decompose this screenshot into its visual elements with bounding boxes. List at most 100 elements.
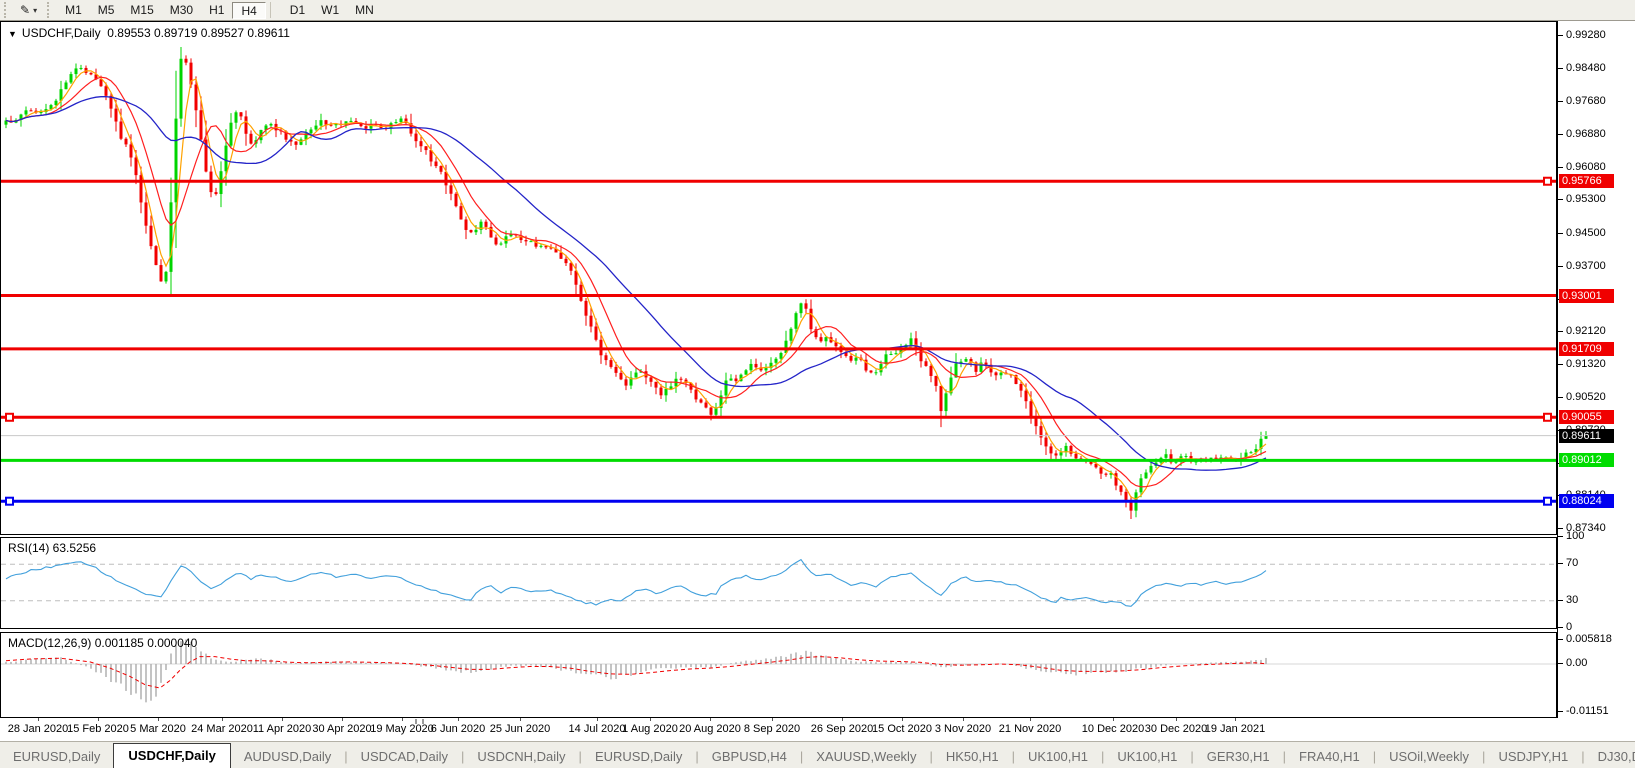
price-tick-label: 0.94500 — [1566, 227, 1606, 239]
level-price-label: 0.88024 — [1559, 494, 1614, 508]
date-tick-mark — [158, 718, 159, 721]
date-tick-mark — [342, 718, 343, 721]
date-tick-mark — [1176, 718, 1177, 721]
timeframe-button-m30[interactable]: M30 — [162, 2, 201, 19]
collapse-arrow-icon[interactable]: ▼ — [8, 29, 17, 39]
date-tick-mark — [520, 718, 521, 721]
price-tick-label: 0.91320 — [1566, 358, 1606, 370]
timeframe-button-w1[interactable]: W1 — [313, 2, 347, 19]
date-tick-mark — [1113, 718, 1114, 721]
date-tick-label: 10 Dec 2020 — [1082, 723, 1144, 735]
rsi-label: RSI(14) 63.5256 — [8, 541, 96, 555]
tab-gbpusd-h4[interactable]: GBPUSD,H4 — [699, 746, 800, 768]
tab-hk50-h1[interactable]: HK50,H1 — [933, 746, 1012, 768]
tab-uk100-h1[interactable]: UK100,H1 — [1015, 746, 1101, 768]
price-tick-label: 0.92120 — [1566, 325, 1606, 337]
timeframe-button-h4[interactable]: H4 — [232, 2, 265, 19]
date-tick-mark — [902, 718, 903, 721]
date-tick-mark — [842, 718, 843, 721]
date-tick-mark — [1235, 718, 1236, 721]
timeframe-button-h1[interactable]: H1 — [201, 2, 232, 19]
price-tick-label: 0.98480 — [1566, 62, 1606, 74]
date-tick-label: 28 Jan 2020 — [8, 723, 69, 735]
price-tick-label: 0.93700 — [1566, 260, 1606, 272]
tab-usdcad-daily[interactable]: USDCAD,Daily — [348, 746, 461, 768]
date-tick-mark — [222, 718, 223, 721]
date-tick-label: 24 Mar 2020 — [191, 723, 253, 735]
price-tick-label: 0.99280 — [1566, 29, 1606, 41]
tab-usoil-weekly[interactable]: USOil,Weekly — [1376, 746, 1482, 768]
tab-xauusd-weekly[interactable]: XAUUSD,Weekly — [803, 746, 929, 768]
price-tick-label: 0.96880 — [1566, 128, 1606, 140]
date-axis[interactable]: 28 Jan 202015 Feb 20205 Mar 2020 24 Mar 2… — [0, 718, 1557, 741]
tab-eurusd-daily[interactable]: EURUSD,Daily — [0, 746, 113, 768]
macd-indicator-canvas[interactable] — [0, 632, 1557, 718]
current-price-label: 0.89611 — [1559, 429, 1614, 443]
tab-fra40-h1[interactable]: FRA40,H1 — [1286, 746, 1373, 768]
date-tick-label: 19 Jan 2021 — [1205, 723, 1266, 735]
level-price-label: 0.95766 — [1559, 174, 1614, 188]
date-tick-label: 19 May 2020 — [370, 723, 434, 735]
date-tick-mark — [458, 718, 459, 721]
price-tick-label: 0.90520 — [1566, 391, 1606, 403]
hscroll-thumb[interactable] — [415, 719, 424, 724]
date-tick-label: 20 Aug 2020 — [679, 723, 741, 735]
date-tick-label: 14 Jul 2020 — [569, 723, 626, 735]
rsi-scale-label: 30 — [1566, 594, 1578, 606]
date-tick-mark — [38, 718, 39, 721]
date-tick-label: 8 Sep 2020 — [744, 723, 800, 735]
date-tick-mark — [282, 718, 283, 721]
date-tick-label: 15 Oct 2020 — [872, 723, 932, 735]
date-tick-label: 11 Apr 2020 — [253, 723, 312, 735]
date-tick-mark — [650, 718, 651, 721]
level-price-label: 0.89012 — [1559, 453, 1614, 467]
tab-ger30-h1[interactable]: GER30,H1 — [1194, 746, 1283, 768]
level-price-label: 0.90055 — [1559, 410, 1614, 424]
tab-usdcnh-daily[interactable]: USDCNH,Daily — [464, 746, 578, 768]
mt4-window: ✎ ▾ M1M5M15M30H1H4 D1W1MN ▼ USDCHF,Daily 0… — [0, 0, 1635, 768]
date-tick-label: 15 Feb 2020 — [67, 723, 129, 735]
date-tick-mark — [963, 718, 964, 721]
date-tick-mark — [710, 718, 711, 721]
date-tick-mark — [772, 718, 773, 721]
toolbar-grip[interactable] — [47, 2, 54, 18]
chart-tab-bar: EURUSD,DailyUSDCHF,DailyAUDUSD,Daily|USD… — [0, 741, 1635, 768]
date-tick-mark — [1030, 718, 1031, 721]
level-price-label: 0.93001 — [1559, 289, 1614, 303]
cursor-tool-button[interactable]: ✎ ▾ — [14, 1, 43, 19]
date-tick-label: 30 Dec 2020 — [1145, 723, 1207, 735]
chevron-down-icon[interactable]: ▾ — [33, 6, 37, 15]
level-price-label: 0.91709 — [1559, 342, 1614, 356]
price-tick-label: 0.96080 — [1566, 161, 1606, 173]
timeframe-button-mn[interactable]: MN — [347, 2, 382, 19]
chart-header: ▼USDCHF,Daily 0.89553 0.89719 0.89527 0.… — [8, 26, 290, 40]
tab-eurusd-daily[interactable]: EURUSD,Daily — [582, 746, 695, 768]
timeframe-button-m1[interactable]: M1 — [57, 2, 90, 19]
date-tick-label: 3 Nov 2020 — [935, 723, 991, 735]
tab-usdjpy-h1[interactable]: USDJPY,H1 — [1485, 746, 1581, 768]
macd-scale-label: -0.01151 — [1566, 705, 1609, 717]
timeframe-toolbar: ✎ ▾ M1M5M15M30H1H4 D1W1MN — [0, 0, 1635, 21]
tab-dj30-daily[interactable]: DJ30,Daily — [1585, 746, 1635, 768]
date-tick-label: 26 Sep 2020 — [811, 723, 873, 735]
main-chart-canvas[interactable] — [0, 21, 1557, 535]
chart-symbol-label: USDCHF,Daily — [22, 26, 101, 40]
tab-uk100-h1[interactable]: UK100,H1 — [1104, 746, 1190, 768]
date-tick-mark — [98, 718, 99, 721]
timeframe-button-d1[interactable]: D1 — [282, 2, 313, 19]
rsi-scale-label: 100 — [1566, 530, 1584, 542]
rsi-scale-label: 0 — [1566, 621, 1572, 633]
date-tick-label: 5 Mar 2020 — [130, 723, 186, 735]
date-tick-mark — [402, 718, 403, 721]
date-tick-label: 25 Jun 2020 — [490, 723, 551, 735]
date-tick-label: 21 Nov 2020 — [999, 723, 1061, 735]
date-tick-label: 6 Jun 2020 — [431, 723, 485, 735]
rsi-indicator-canvas[interactable] — [0, 537, 1557, 629]
tab-usdchf-daily[interactable]: USDCHF,Daily — [113, 743, 230, 768]
timeframe-button-m15[interactable]: M15 — [122, 2, 161, 19]
timeframe-button-m5[interactable]: M5 — [90, 2, 123, 19]
tab-audusd-daily[interactable]: AUDUSD,Daily — [231, 746, 344, 768]
macd-label: MACD(12,26,9) 0.001185 0.000040 — [8, 636, 197, 650]
toolbar-grip[interactable] — [4, 2, 11, 18]
price-axis[interactable]: 0.992800.984800.976800.968800.960800.953… — [1557, 21, 1635, 718]
